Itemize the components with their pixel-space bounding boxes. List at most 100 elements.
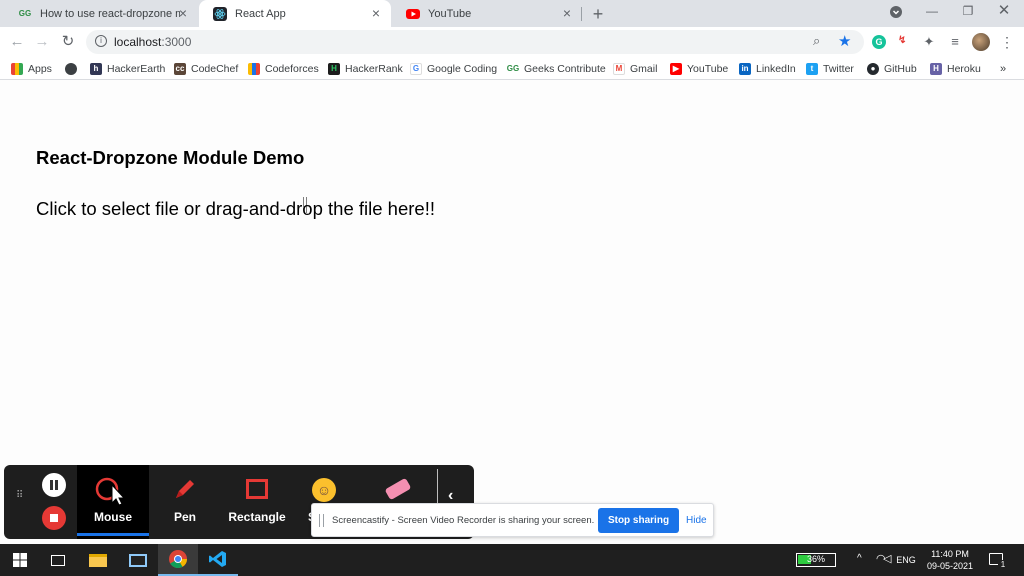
sharing-drag-handle-icon[interactable] xyxy=(319,514,324,527)
bookmark-label: Google Coding xyxy=(427,62,498,75)
gmail-icon: M xyxy=(613,62,625,75)
eraser-icon xyxy=(384,477,412,501)
bookmarks-overflow-chevron-icon[interactable]: » xyxy=(1000,60,1006,77)
drag-handle-icon[interactable]: ⠿ xyxy=(16,491,28,513)
screencastify-extension-icon[interactable]: ↯ xyxy=(898,35,912,49)
address-bar[interactable]: i localhost:3000 ⌕ ★ xyxy=(86,30,864,54)
sharing-message: Screencastify - Screen Video Recorder is… xyxy=(332,515,595,526)
tool-label: Rectangle xyxy=(228,510,286,524)
pause-recording-button[interactable] xyxy=(42,473,66,497)
tool-label: Mouse xyxy=(93,510,132,524)
hide-banner-button[interactable]: Hide xyxy=(686,515,707,526)
bookmark-geeks-contribute[interactable]: GG Geeks Contribute xyxy=(507,60,606,77)
language-indicator[interactable]: ENG xyxy=(894,555,918,565)
window-close-icon[interactable]: ✕ xyxy=(994,1,1014,21)
new-tab-icon[interactable]: + xyxy=(588,4,608,24)
reload-icon[interactable]: ↻ xyxy=(58,32,78,52)
chrome-menu-icon[interactable]: ⋮ xyxy=(997,32,1017,52)
clock-date: 09-05-2021 xyxy=(926,561,974,571)
sticker-icon: ☺ xyxy=(312,478,336,502)
bookmark-label: CodeChef xyxy=(191,62,239,75)
stop-icon xyxy=(50,514,58,522)
page-title: React-Dropzone Module Demo xyxy=(36,147,305,168)
tool-rectangle[interactable]: Rectangle xyxy=(221,465,293,539)
taskbar-screen-app[interactable] xyxy=(118,544,158,576)
bookmark-codechef[interactable]: cc CodeChef xyxy=(174,60,238,77)
bookmark-apps[interactable]: Apps xyxy=(11,60,52,77)
bookmark-star-icon[interactable]: ★ xyxy=(838,32,851,50)
gfg-icon: GG xyxy=(18,9,32,18)
bookmark-google-coding[interactable]: G Google Coding xyxy=(410,60,497,77)
hackerearth-icon: h xyxy=(90,62,102,75)
windows-taskbar: 36% ^ ◠ ◁ ENG 11:40 PM 09-05-2021 1 xyxy=(0,544,1024,576)
tool-mouse[interactable]: Mouse xyxy=(77,465,149,539)
taskbar-vscode[interactable] xyxy=(198,544,238,576)
mouse-cursor-icon xyxy=(95,477,126,505)
battery-indicator[interactable]: 36% xyxy=(796,553,836,567)
bookmark-hackerearth[interactable]: h HackerEarth xyxy=(90,60,165,77)
grammarly-icon[interactable]: G xyxy=(872,35,886,49)
close-tab-icon[interactable]: × xyxy=(369,6,383,20)
notification-count-badge: 1 xyxy=(998,560,1008,570)
taskbar-chrome[interactable] xyxy=(158,544,198,576)
tab-react-app[interactable]: React App × xyxy=(199,0,391,27)
tab-title: How to use react-dropzone mod xyxy=(40,7,180,20)
react-icon xyxy=(213,6,227,21)
hackerrank-icon: H xyxy=(328,62,340,75)
info-icon[interactable]: i xyxy=(95,35,107,47)
bookmark-label: Codeforces xyxy=(265,62,319,75)
close-tab-icon[interactable]: × xyxy=(560,6,574,20)
bookmark-linkedin[interactable]: in LinkedIn xyxy=(739,60,796,77)
bookmark-label: HackerRank xyxy=(345,62,403,75)
bookmark-youtube[interactable]: ▶ YouTube xyxy=(670,60,728,77)
profile-avatar[interactable] xyxy=(972,33,990,51)
apps-grid-icon xyxy=(11,62,23,75)
reading-list-icon[interactable]: ≡ xyxy=(945,32,965,52)
task-view-button[interactable] xyxy=(38,544,78,576)
google-icon: G xyxy=(410,62,422,75)
tab-youtube[interactable]: YouTube × xyxy=(392,0,582,27)
bookmark-globe[interactable] xyxy=(65,60,82,77)
clock-time: 11:40 PM xyxy=(931,549,969,559)
tray-overflow-chevron-icon[interactable]: ^ xyxy=(857,553,862,564)
taskbar-file-explorer[interactable] xyxy=(78,544,118,576)
volume-speaker-icon[interactable]: ◁ xyxy=(883,552,891,565)
zoom-icon[interactable]: ⌕ xyxy=(813,33,820,49)
monitor-icon xyxy=(129,553,147,567)
dropzone-area[interactable]: Click to select file or drag-and-drop th… xyxy=(36,198,435,220)
tab-search-icon[interactable] xyxy=(886,4,906,24)
bookmark-twitter[interactable]: t Twitter xyxy=(806,60,854,77)
back-icon[interactable]: ← xyxy=(7,32,27,52)
task-view-icon xyxy=(51,554,65,566)
extensions-puzzle-icon[interactable]: ✦ xyxy=(919,32,939,52)
battery-percent: 36% xyxy=(806,554,825,564)
close-tab-icon[interactable]: × xyxy=(176,6,190,20)
bookmark-gmail[interactable]: M Gmail xyxy=(613,60,657,77)
rectangle-icon xyxy=(246,479,268,499)
forward-icon[interactable]: → xyxy=(32,32,52,52)
screen-sharing-banner: Screencastify - Screen Video Recorder is… xyxy=(311,503,714,537)
bookmark-label: Apps xyxy=(28,62,52,75)
bookmark-label: Geeks Contribute xyxy=(524,62,606,75)
browser-toolbar: ← → ↻ i localhost:3000 ⌕ ★ G ↯ ✦ ≡ ⋮ xyxy=(0,27,1024,57)
bookmark-github[interactable]: ● GitHub xyxy=(867,60,917,77)
pause-icon xyxy=(50,480,58,490)
bookmark-label: Gmail xyxy=(630,62,658,75)
bookmark-heroku[interactable]: H Heroku xyxy=(930,60,981,77)
bookmark-codeforces[interactable]: Codeforces xyxy=(248,60,319,77)
windows-start-button[interactable] xyxy=(0,544,40,576)
stop-recording-button[interactable] xyxy=(42,506,66,530)
codeforces-icon xyxy=(248,62,260,75)
folder-icon xyxy=(89,553,107,567)
minimize-icon[interactable]: — xyxy=(922,1,942,21)
bookmark-label: LinkedIn xyxy=(756,62,796,75)
tab-gfg[interactable]: GG How to use react-dropzone mod × xyxy=(4,0,198,27)
clock[interactable]: 11:40 PM 09-05-2021 xyxy=(922,548,978,572)
tool-pen[interactable]: Pen xyxy=(149,465,221,539)
bookmark-hackerrank[interactable]: H HackerRank xyxy=(328,60,403,77)
bookmark-label: GitHub xyxy=(884,62,917,75)
notification-center-button[interactable]: 1 xyxy=(986,550,1008,570)
stop-sharing-button[interactable]: Stop sharing xyxy=(598,508,679,533)
restore-icon[interactable]: ❐ xyxy=(958,1,978,21)
text-cursor-icon xyxy=(303,197,307,213)
